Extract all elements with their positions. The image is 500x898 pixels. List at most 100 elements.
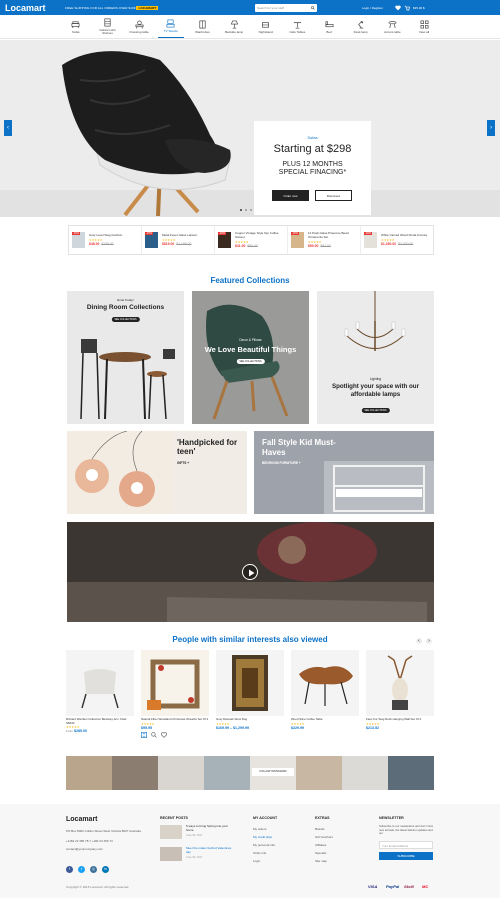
compare-icon[interactable] — [141, 731, 147, 738]
linkedin-icon[interactable]: in — [102, 866, 109, 873]
deal-image: -20% — [291, 232, 304, 248]
category-bedside-lamp[interactable]: Bedside lamp — [221, 16, 247, 38]
subscribe-button[interactable]: SUBSCRIBE — [379, 851, 433, 860]
footer-link[interactable]: Specials — [315, 849, 370, 857]
category-nightstand[interactable]: Nightstand — [253, 16, 279, 38]
search-icon[interactable] — [311, 5, 315, 10]
hero-next-button[interactable]: › — [487, 120, 495, 136]
product-price: $213.52 — [366, 726, 434, 730]
tile-sub[interactable]: GIFTS + — [177, 461, 189, 465]
footer-link[interactable]: Order info — [253, 849, 308, 857]
copyright: Copyright © 2015 Locamart. All rights re… — [66, 885, 130, 889]
deal-item[interactable]: -20% 12 Pack Glass Pinecone Bead Ornamen… — [288, 226, 361, 254]
similar-prev-button[interactable]: ‹ — [416, 638, 422, 644]
discount-badge: -15% — [145, 232, 154, 235]
footer-link[interactable]: My credit slips — [253, 833, 308, 841]
footer-email[interactable]: contact@yourcompany.com — [66, 845, 151, 853]
instagram-photo[interactable] — [66, 756, 112, 790]
tile-lighting[interactable]: Lighting Spotlight your space with our a… — [317, 291, 434, 424]
paypal-logo: PayPal — [386, 884, 400, 889]
account-link[interactable]: Login / Register — [362, 6, 392, 10]
category-cabinet[interactable]: Cabinet with Shelves — [94, 16, 120, 38]
price-value: $213.52 — [366, 725, 379, 730]
instagram-photo[interactable]: FOLLOW INSTAGRAM — [250, 756, 296, 790]
play-button[interactable] — [242, 564, 258, 580]
category-sofas[interactable]: Sofas — [63, 16, 89, 38]
instagram-photo[interactable] — [158, 756, 204, 790]
hero-subline-1: PLUS 12 MONTHS — [282, 161, 343, 168]
footer-link[interactable]: Affiliates — [315, 841, 370, 849]
product-name: Natural Fiber Woodland Christmas Wreaths… — [141, 717, 209, 721]
recent-post[interactable]: 5 ways to bring Spring into your home Jun… — [160, 824, 240, 839]
facebook-icon[interactable]: f — [66, 866, 73, 873]
tile-dining-room[interactable]: Ends Today! Dining Room Collections SEE … — [67, 291, 184, 424]
instagram-photo[interactable] — [204, 756, 250, 790]
hero-dot[interactable] — [245, 209, 247, 211]
discount-badge: -20% — [291, 232, 300, 235]
deal-item[interactable]: -20% Copper Vintage Style 6pc Coffee Sci… — [215, 226, 288, 254]
instagram-photo[interactable] — [342, 756, 388, 790]
category-dressing-table[interactable]: Dressing table — [126, 16, 152, 38]
see-collections-button[interactable]: SEE COLLECTIONS — [361, 408, 390, 413]
cart-icon[interactable] — [404, 5, 410, 11]
footer-link[interactable]: My orders — [253, 825, 308, 833]
tile-kicker: Lighting — [369, 377, 382, 381]
product-card[interactable]: Faux Fur Stag Rush Hanging Wall Set Of 2… — [366, 650, 434, 742]
category-wardrobes[interactable]: Wardrobes — [189, 16, 215, 38]
footer-link[interactable]: Login — [253, 857, 308, 865]
hero-dot[interactable] — [240, 209, 242, 211]
twitter-icon[interactable]: t — [78, 866, 85, 873]
see-collections-button[interactable]: SEE COLLECTIONS — [236, 359, 265, 364]
discover-button[interactable]: Discovers — [315, 190, 352, 201]
deal-item[interactable]: -10% Gray Level Stag Cushion ★★★★★ $48.00 $… — [69, 226, 142, 254]
recent-post[interactable]: Meet the maker behind Valentines day June… — [160, 846, 240, 861]
deal-item[interactable]: -15% Metal Fever Glass Lantern ★★★★★ $819.… — [142, 226, 215, 254]
category-desk-lamp[interactable]: Desk lamp — [348, 16, 374, 38]
cart-total[interactable]: $35.00 $ — [413, 6, 425, 10]
follow-instagram-button[interactable]: FOLLOW INSTAGRAM — [252, 768, 294, 776]
product-card[interactable]: Richard Warrlani Collection Berkeley Arm… — [66, 650, 134, 742]
tile-decor-pillows[interactable]: Decor & Pillows We Love Beautiful Things… — [192, 291, 309, 424]
logo[interactable]: Locamart — [5, 3, 65, 13]
tile-kicker: Ends Today! — [117, 298, 134, 302]
category-label: Nightstand — [258, 29, 273, 34]
category-bed[interactable]: Bed — [316, 16, 342, 38]
heart-icon[interactable] — [395, 5, 401, 11]
similar-next-button[interactable]: › — [426, 638, 432, 644]
product-card[interactable]: Natural Fiber Woodland Christmas Wreaths… — [141, 650, 209, 742]
category-cafe-tables[interactable]: Cafe Tables — [284, 16, 310, 38]
footer-heading: RECENT POSTS — [160, 816, 188, 820]
footer-link[interactable]: My personal info — [253, 841, 308, 849]
category-accent-table[interactable]: Accent table — [379, 16, 405, 38]
hero-dot[interactable] — [250, 209, 252, 211]
hero-prev-button[interactable]: ‹ — [4, 120, 12, 136]
search-input[interactable]: Search for your stuff — [255, 3, 317, 12]
category-label: Bedside lamp — [225, 29, 244, 34]
newsletter-email-input[interactable]: Your Email Address — [379, 840, 433, 849]
product-card[interactable]: Gray Damask Wool Rug ★★★★★ $169.99 – $1,… — [216, 650, 284, 742]
tile-handpicked-teen[interactable]: 'Handpicked for teen' GIFTS + — [67, 431, 247, 514]
order-now-button[interactable]: Order now — [272, 190, 309, 201]
tile-fall-style-kid[interactable]: Fall Style Kid Must-Haves BEDROOM FURNIT… — [254, 431, 434, 514]
category-label: TV Stands — [163, 29, 178, 33]
product-card[interactable]: Wood Slice Coffee Table ★★★★★ $229.99 — [291, 650, 359, 742]
deal-item[interactable]: -20% White Carved Wood Floral Armoire ★★★… — [361, 226, 433, 254]
instagram-photo[interactable] — [112, 756, 158, 790]
category-tv-stands[interactable]: TV Stands — [157, 15, 184, 38]
tile-sub[interactable]: BEDROOM FURNITURE + — [262, 461, 301, 465]
instagram-photo[interactable] — [296, 756, 342, 790]
deal-price-current: $50.00 — [308, 243, 319, 248]
instagram-photo[interactable] — [388, 756, 434, 790]
deal-price-old: $55.00 — [247, 243, 258, 248]
search-icon[interactable] — [151, 731, 157, 738]
instagram-icon[interactable]: ◎ — [90, 866, 97, 873]
footer-link[interactable]: Site map — [315, 857, 370, 865]
heart-icon[interactable] — [161, 731, 167, 738]
tile-kicker: Decor & Pillows — [239, 338, 262, 342]
category-view-all[interactable]: View all — [411, 16, 437, 38]
see-collections-button[interactable]: SEE COLLECTIONS — [111, 317, 140, 322]
footer-logo[interactable]: Locamart — [66, 816, 151, 823]
footer-link[interactable]: Brands — [315, 825, 370, 833]
category-label: Dressing table — [129, 29, 149, 34]
footer-link[interactable]: Gift Vouchers — [315, 833, 370, 841]
